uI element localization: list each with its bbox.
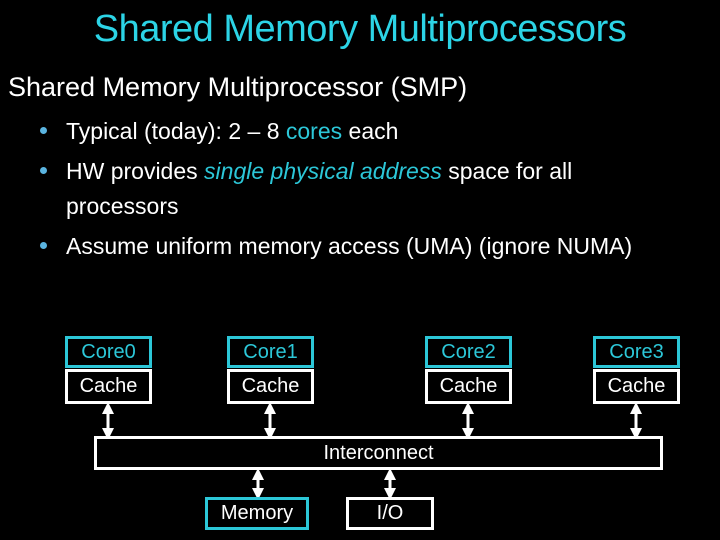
core0-box: Core0 [65, 336, 152, 368]
core0-cache-box: Cache [65, 369, 152, 404]
core3-cache-box: Cache [593, 369, 680, 404]
core2-box: Core2 [425, 336, 512, 368]
core1-box: Core1 [227, 336, 314, 368]
core3-box: Core3 [593, 336, 680, 368]
core2-cache-box: Cache [425, 369, 512, 404]
memory-box: Memory [205, 497, 309, 530]
io-box: I/O [346, 497, 434, 530]
interconnect-bus: Interconnect [94, 436, 663, 470]
core1-cache-box: Cache [227, 369, 314, 404]
